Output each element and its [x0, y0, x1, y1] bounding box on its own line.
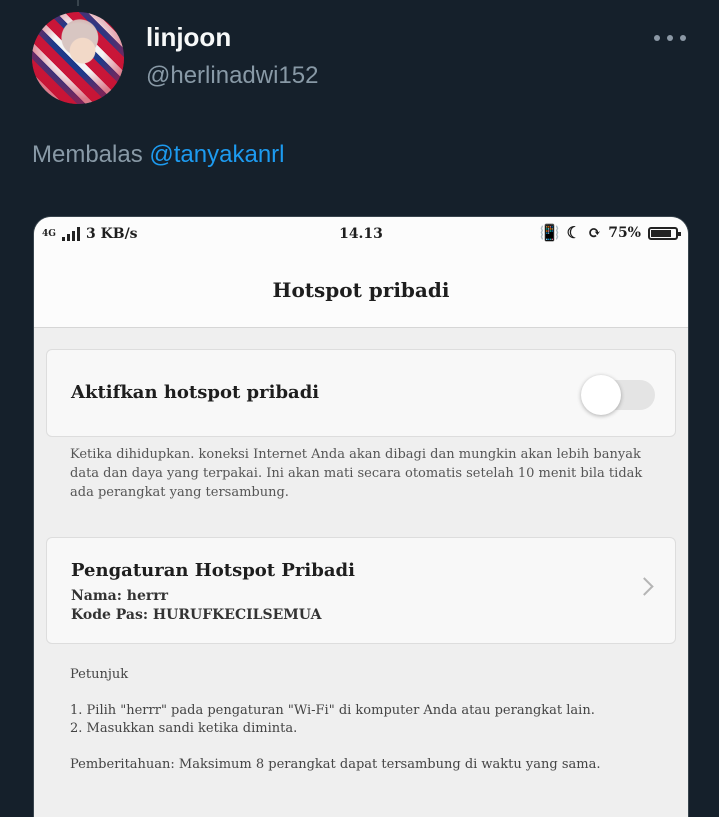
page-title: Hotspot pribadi	[34, 253, 688, 328]
status-bar: 4G 3 KB/s 14.13 📳 ☾ ⟳ 75%	[34, 217, 688, 253]
dot	[680, 35, 686, 41]
device-limit-notice: Pemberitahuan: Maksimum 8 perangkat dapa…	[70, 757, 601, 772]
attached-screenshot[interactable]: 4G 3 KB/s 14.13 📳 ☾ ⟳ 75% Hotspot pribad…	[33, 216, 689, 817]
instructions-heading: Petunjuk	[70, 667, 129, 682]
toggle-knob	[581, 375, 621, 415]
settings-title: Pengaturan Hotspot Pribadi	[71, 560, 355, 581]
battery-icon	[648, 226, 681, 240]
dot	[667, 35, 673, 41]
more-options-icon[interactable]	[654, 28, 686, 48]
hotspot-settings-item[interactable]: Pengaturan Hotspot Pribadi Nama: herrr K…	[46, 537, 676, 644]
chevron-right-icon	[635, 577, 654, 596]
moon-icon: ☾	[566, 223, 581, 242]
status-right: 📳 ☾ ⟳ 75%	[539, 223, 681, 242]
battery-percent: 75%	[608, 225, 641, 241]
instruction-step-2: 2. Masukkan sandi ketika diminta.	[70, 721, 298, 736]
hotspot-toggle-card: Aktifkan hotspot pribadi	[46, 349, 676, 437]
rotation-lock-icon: ⟳	[587, 223, 602, 242]
reply-prefix: Membalas	[32, 141, 143, 168]
dot	[654, 35, 660, 41]
reply-context: Membalas @tanyakanrl	[32, 141, 284, 169]
vibrate-off-icon: 📳	[539, 223, 560, 242]
avatar[interactable]	[32, 12, 124, 104]
hotspot-toggle-switch[interactable]	[581, 375, 655, 415]
hotspot-password: Kode Pas: HURUFKECILSEMUA	[71, 607, 322, 623]
instruction-step-1: 1. Pilih "herrr" pada pengaturan "Wi-Fi"…	[70, 703, 595, 718]
hotspot-toggle-label: Aktifkan hotspot pribadi	[71, 382, 320, 403]
display-name[interactable]: linjoon	[146, 22, 231, 53]
hotspot-description: Ketika dihidupkan. koneksi Internet Anda…	[70, 447, 643, 500]
hotspot-name: Nama: herrr	[71, 588, 169, 604]
user-handle[interactable]: @herlinadwi152	[146, 62, 318, 90]
thread-connector-line	[77, 0, 79, 6]
reply-mention-link[interactable]: @tanyakanrl	[149, 141, 284, 168]
